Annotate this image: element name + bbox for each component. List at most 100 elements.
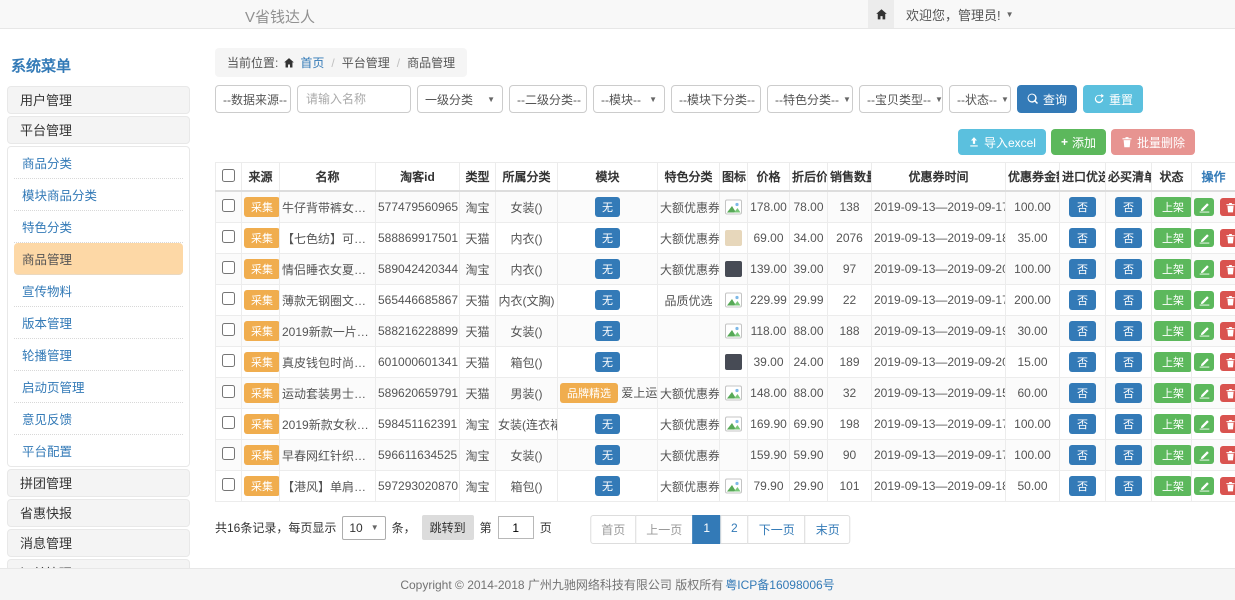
name-input[interactable] — [297, 85, 411, 113]
module-sub-select[interactable]: --模块下分类-- ▼ — [671, 85, 761, 113]
page-button[interactable]: 1 — [692, 515, 721, 544]
delete-button[interactable] — [1220, 384, 1235, 402]
status-toggle[interactable]: 上架 — [1154, 383, 1192, 403]
sidebar-subitem[interactable]: 平台配置 — [14, 435, 183, 466]
sidebar-subitem[interactable]: 版本管理 — [14, 307, 183, 339]
row-checkbox[interactable] — [222, 230, 235, 243]
per-page-select[interactable]: 10 ▼ — [342, 516, 385, 540]
delete-button[interactable] — [1220, 446, 1235, 464]
import-excel-button[interactable]: 导入excel — [958, 129, 1046, 155]
delete-button[interactable] — [1220, 198, 1235, 216]
import-optional-toggle[interactable]: 否 — [1069, 290, 1096, 310]
import-optional-toggle[interactable]: 否 — [1069, 476, 1096, 496]
status-toggle[interactable]: 上架 — [1154, 228, 1192, 248]
import-optional-toggle[interactable]: 否 — [1069, 383, 1096, 403]
import-optional-toggle[interactable]: 否 — [1069, 259, 1096, 279]
sidebar-subitem[interactable]: 模块商品分类 — [14, 179, 183, 211]
delete-button[interactable] — [1220, 322, 1235, 340]
delete-button[interactable] — [1220, 415, 1235, 433]
edit-button[interactable] — [1194, 415, 1214, 433]
status-toggle[interactable]: 上架 — [1154, 352, 1192, 372]
status-toggle[interactable]: 上架 — [1154, 259, 1192, 279]
edit-button[interactable] — [1194, 229, 1214, 247]
sidebar-subitem[interactable]: 启动页管理 — [14, 371, 183, 403]
sidebar-subitem[interactable]: 商品管理 — [14, 243, 183, 275]
status-toggle[interactable]: 上架 — [1154, 197, 1192, 217]
reset-button[interactable]: 重置 — [1083, 85, 1143, 113]
must-buy-toggle[interactable]: 否 — [1115, 352, 1142, 372]
search-button[interactable]: 查询 — [1017, 85, 1077, 113]
edit-button[interactable] — [1194, 198, 1214, 216]
status-toggle[interactable]: 上架 — [1154, 414, 1192, 434]
icp-link[interactable]: 粤ICP备16098006号 — [725, 576, 834, 593]
breadcrumb-home-link[interactable]: 首页 — [300, 54, 324, 71]
select-all-checkbox[interactable] — [222, 169, 235, 182]
data-source-select[interactable]: --数据来源-- ▼ — [215, 85, 291, 113]
import-optional-toggle[interactable]: 否 — [1069, 321, 1096, 341]
row-checkbox[interactable] — [222, 416, 235, 429]
row-checkbox[interactable] — [222, 199, 235, 212]
status-toggle[interactable]: 上架 — [1154, 321, 1192, 341]
row-checkbox[interactable] — [222, 354, 235, 367]
sidebar-item[interactable]: 消息管理 — [7, 529, 190, 557]
status-select[interactable]: --状态-- ▼ — [949, 85, 1011, 113]
level1-category-select[interactable]: 一级分类 ▼ — [417, 85, 503, 113]
import-optional-toggle[interactable]: 否 — [1069, 445, 1096, 465]
user-menu[interactable]: 欢迎您，管理员! ▼ — [906, 5, 1014, 24]
page-button[interactable]: 2 — [720, 515, 749, 544]
delete-button[interactable] — [1220, 477, 1235, 495]
edit-button[interactable] — [1194, 353, 1214, 371]
sidebar-subitem[interactable]: 商品分类 — [14, 147, 183, 179]
must-buy-toggle[interactable]: 否 — [1115, 259, 1142, 279]
level2-category-select[interactable]: --二级分类-- ▼ — [509, 85, 587, 113]
sidebar-subitem[interactable]: 特色分类 — [14, 211, 183, 243]
import-optional-toggle[interactable]: 否 — [1069, 228, 1096, 248]
page-button[interactable]: 下一页 — [748, 515, 806, 544]
sidebar-item[interactable]: 拼团管理 — [7, 469, 190, 497]
edit-button[interactable] — [1194, 446, 1214, 464]
import-optional-toggle[interactable]: 否 — [1069, 352, 1096, 372]
home-button[interactable] — [868, 0, 894, 28]
sidebar-subitem[interactable]: 宣传物料 — [14, 275, 183, 307]
page-button[interactable]: 末页 — [805, 515, 851, 544]
page-button[interactable]: 上一页 — [635, 515, 693, 544]
row-checkbox[interactable] — [222, 385, 235, 398]
jump-button[interactable]: 跳转到 — [422, 515, 474, 540]
row-checkbox[interactable] — [222, 447, 235, 460]
must-buy-toggle[interactable]: 否 — [1115, 228, 1142, 248]
edit-button[interactable] — [1194, 260, 1214, 278]
must-buy-toggle[interactable]: 否 — [1115, 445, 1142, 465]
must-buy-toggle[interactable]: 否 — [1115, 414, 1142, 434]
must-buy-toggle[interactable]: 否 — [1115, 290, 1142, 310]
status-toggle[interactable]: 上架 — [1154, 476, 1192, 496]
feature-category-select[interactable]: --特色分类-- ▼ — [767, 85, 853, 113]
sidebar-item[interactable]: 省惠快报 — [7, 499, 190, 527]
delete-button[interactable] — [1220, 291, 1235, 309]
sidebar-item[interactable]: 平台管理 — [7, 116, 190, 144]
row-checkbox[interactable] — [222, 323, 235, 336]
import-optional-toggle[interactable]: 否 — [1069, 197, 1096, 217]
row-checkbox[interactable] — [222, 478, 235, 491]
must-buy-toggle[interactable]: 否 — [1115, 321, 1142, 341]
edit-button[interactable] — [1194, 291, 1214, 309]
delete-button[interactable] — [1220, 229, 1235, 247]
batch-delete-button[interactable]: 批量删除 — [1111, 129, 1195, 155]
delete-button[interactable] — [1220, 260, 1235, 278]
row-checkbox[interactable] — [222, 292, 235, 305]
item-type-select[interactable]: --宝贝类型-- ▼ — [859, 85, 943, 113]
sidebar-subitem[interactable]: 意见反馈 — [14, 403, 183, 435]
must-buy-toggle[interactable]: 否 — [1115, 476, 1142, 496]
edit-button[interactable] — [1194, 477, 1214, 495]
edit-button[interactable] — [1194, 322, 1214, 340]
must-buy-toggle[interactable]: 否 — [1115, 383, 1142, 403]
sidebar-item[interactable]: 用户管理 — [7, 86, 190, 114]
module-select[interactable]: --模块-- ▼ — [593, 85, 665, 113]
must-buy-toggle[interactable]: 否 — [1115, 197, 1142, 217]
row-checkbox[interactable] — [222, 261, 235, 274]
jump-page-input[interactable] — [498, 516, 534, 539]
edit-button[interactable] — [1194, 384, 1214, 402]
add-button[interactable]: + 添加 — [1051, 129, 1106, 155]
status-toggle[interactable]: 上架 — [1154, 445, 1192, 465]
page-button[interactable]: 首页 — [590, 515, 636, 544]
import-optional-toggle[interactable]: 否 — [1069, 414, 1096, 434]
